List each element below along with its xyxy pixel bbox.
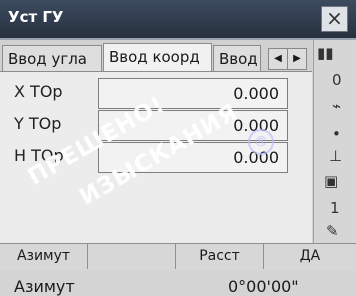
tab-left-arrow-icon[interactable]: ◀ (268, 48, 288, 70)
x-input[interactable]: 0.000 (98, 78, 288, 109)
azimuth-value: 0°00'00" (228, 277, 299, 296)
signal-icon: 0 (332, 71, 342, 89)
status-panel: ▮▮ 0 ⌁ • ⊥ ▣ 1 ✎ (313, 40, 356, 243)
target-icon: ▣ (324, 172, 339, 190)
tab-scroll-arrows: ◀ ▶ (268, 48, 307, 70)
tab-coordinate-input[interactable]: Ввод коорд (103, 43, 212, 71)
tab-label-coordinate-input: Ввод коорд (109, 48, 200, 66)
tab-right-arrow-icon[interactable]: ▶ (287, 48, 307, 70)
prism-icon: ⌁ (332, 97, 342, 115)
tab-angle-input[interactable]: Ввод угла (2, 45, 102, 71)
close-button[interactable]: × (321, 6, 348, 32)
dot-icon: • (332, 125, 341, 143)
tab-extra-input[interactable]: Ввод (213, 45, 261, 71)
dialog-window: Уст ГУ × Ввод угла Ввод коорд Ввод ◀ ▶ X… (0, 0, 356, 296)
yes-softkey[interactable]: ДА (264, 244, 356, 269)
battery-icon: ▮▮ (317, 44, 334, 62)
level-icon: ⊥ (329, 147, 343, 165)
azimuth-softkey[interactable]: Азимут (0, 244, 88, 269)
blank-softkey[interactable] (88, 244, 176, 269)
tab-bar: Ввод угла Ввод коорд Ввод ◀ ▶ (0, 40, 312, 72)
tab-label-extra-input: Ввод (219, 50, 258, 68)
coordinate-panel: X TOp 0.000 Y TOp 0.000 H TOp 0.000 Азим… (0, 72, 312, 296)
watermark-logo-icon: ® (248, 129, 274, 155)
softkey-bar: Азимут Расст ДА (0, 243, 356, 270)
tilt-icon: 1 (330, 199, 340, 217)
title-bar: Уст ГУ × (0, 0, 356, 40)
window-title: Уст ГУ (8, 8, 64, 26)
x-label: X TOp (14, 82, 63, 101)
y-label: Y TOp (14, 114, 62, 133)
azimuth-label: Азимут (14, 277, 75, 296)
h-label: H TOp (14, 146, 64, 165)
tab-label-angle-input: Ввод угла (8, 50, 87, 68)
distance-softkey[interactable]: Расст (176, 244, 264, 269)
